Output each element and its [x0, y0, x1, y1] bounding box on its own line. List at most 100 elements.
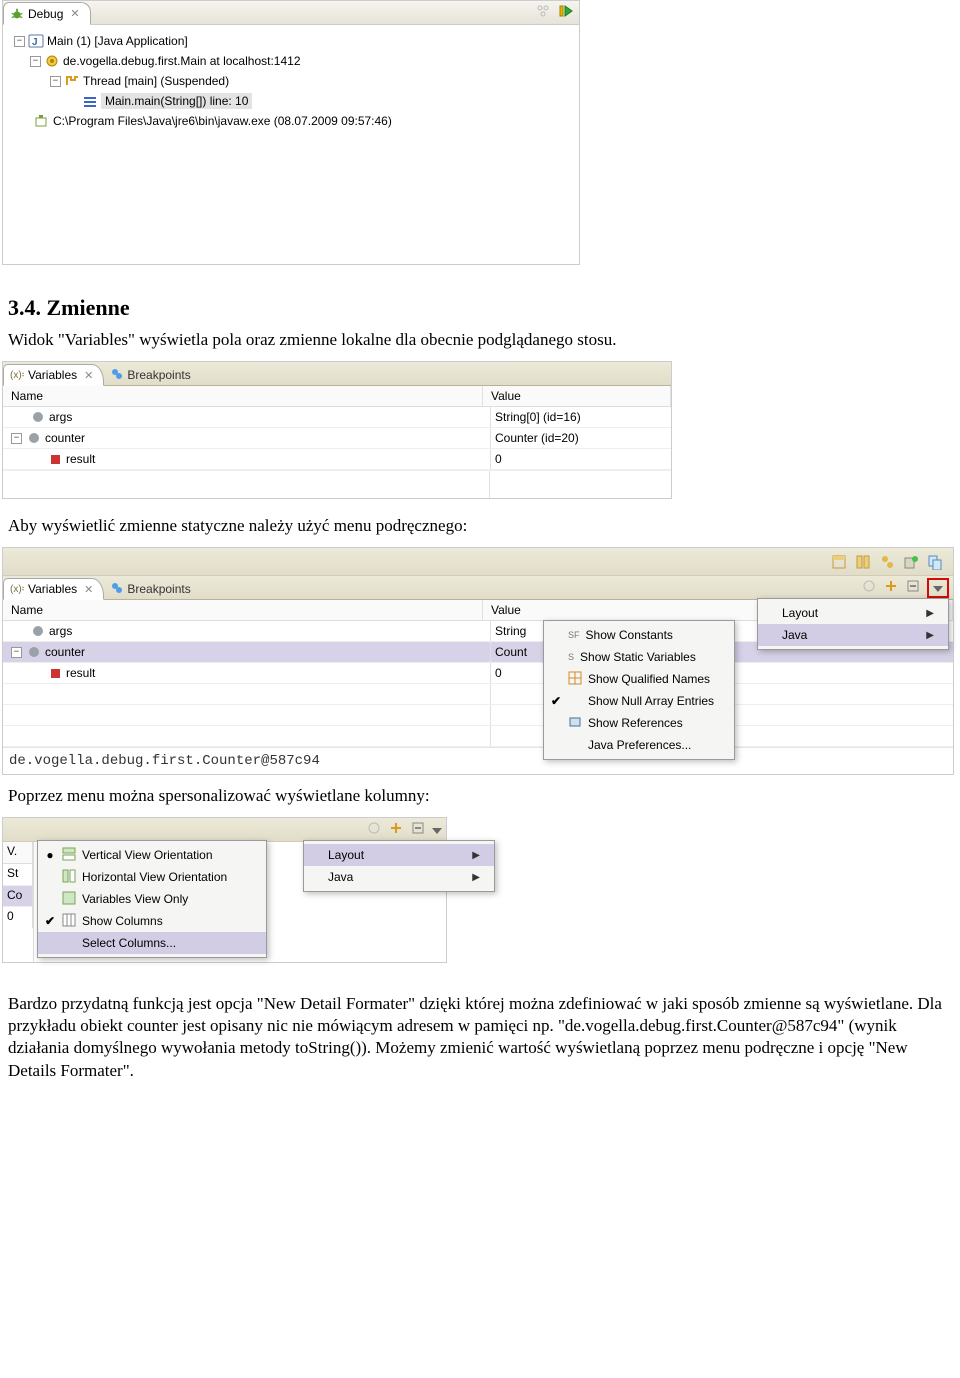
menu-item-show-static[interactable]: SShow Static Variables	[544, 646, 734, 668]
toolbar-icon[interactable]	[388, 820, 404, 839]
view-menu-button[interactable]	[432, 823, 442, 837]
toolbar-icon[interactable]	[879, 554, 895, 570]
menu-item-select-columns[interactable]: Select Columns...	[38, 932, 266, 954]
menu-item-show-refs[interactable]: Show References	[544, 712, 734, 734]
menu-item-label: Variables View Only	[82, 892, 188, 906]
tree-row[interactable]: Main.main(String[]) line: 10	[7, 91, 575, 111]
collapse-icon[interactable]: −	[14, 36, 25, 47]
var-row-empty	[3, 705, 953, 726]
orient-icon	[62, 891, 76, 908]
col-name-header[interactable]: Name	[3, 600, 483, 620]
toolbar-icon[interactable]	[831, 554, 847, 570]
variables-tab[interactable]: (x)= Variables ✕	[3, 578, 104, 600]
columns-text: Poprzez menu można spersonalizować wyświ…	[8, 785, 952, 807]
section-heading: 3.4. Zmienne	[8, 295, 960, 321]
menu-item-layout[interactable]: Layout▶	[304, 844, 494, 866]
svg-text:(x)=: (x)=	[10, 584, 24, 594]
tree-row[interactable]: − Thread [main] (Suspended)	[7, 71, 575, 91]
perspective-toolbar	[3, 548, 953, 576]
collapse-icon[interactable]: −	[11, 647, 22, 658]
var-row-empty	[3, 684, 953, 705]
collapse-all-icon[interactable]	[410, 820, 426, 839]
breakpoints-tab-icon	[111, 368, 123, 383]
var-name: result	[66, 666, 95, 680]
menu-item-java[interactable]: Java▶	[304, 866, 494, 888]
breakpoints-tab[interactable]: Breakpoints	[104, 578, 201, 600]
var-row[interactable]: args String[0] (id=16)	[3, 407, 671, 428]
variables-view-3: V. St Co 0 ●Vertical View Orientation Ho…	[2, 817, 447, 963]
orient-icon	[62, 869, 76, 886]
breakpoints-tab-icon	[111, 582, 123, 597]
var-name: counter	[45, 431, 85, 445]
menu-item-vertical-orient[interactable]: ●Vertical View Orientation	[38, 844, 266, 866]
orient-icon	[62, 847, 76, 864]
menu-item-show-null-array[interactable]: ✔Show Null Array Entries	[544, 690, 734, 712]
toolbar-icon-1[interactable]	[535, 3, 551, 22]
tree-row[interactable]: C:\Program Files\Java\jre6\bin\javaw.exe…	[7, 111, 575, 131]
menu-item-horizontal-orient[interactable]: Horizontal View Orientation	[38, 866, 266, 888]
menu-item-show-qualified[interactable]: Show Qualified Names	[544, 668, 734, 690]
variables-tab[interactable]: (x)= Variables ✕	[3, 364, 104, 386]
debug-toolbar	[535, 3, 573, 22]
local-var-icon	[29, 647, 39, 657]
var-row[interactable]: −counter Counter (id=20)	[3, 428, 671, 449]
thread-icon	[64, 73, 80, 89]
vars1-header: Name Value	[3, 386, 671, 407]
resume-icon[interactable]	[559, 4, 573, 21]
debug-tab-bar: Debug ✕	[3, 1, 579, 25]
menu-item-label: Horizontal View Orientation	[82, 870, 227, 884]
collapse-icon[interactable]: −	[50, 76, 61, 87]
debug-tab[interactable]: Debug ✕	[3, 2, 91, 25]
sf-icon: SF	[568, 630, 580, 640]
variables-view-1: (x)= Variables ✕ Breakpoints Name Value …	[2, 361, 672, 499]
toolbar-icon[interactable]	[855, 554, 871, 570]
menu-item-label: Show References	[588, 716, 683, 730]
menu-item-show-constants[interactable]: SFShow Constants	[544, 624, 734, 646]
vars3-toolbar	[3, 818, 446, 842]
debug-tab-label: Debug	[28, 7, 63, 21]
tree-row[interactable]: − de.vogella.debug.first.Main at localho…	[7, 51, 575, 71]
close-icon[interactable]: ✕	[67, 7, 79, 20]
chevron-right-icon: ▶	[926, 630, 934, 641]
vars2-tab-toolbar	[861, 578, 949, 598]
view-menu-right: Layout▶ Java▶	[303, 840, 495, 892]
menu-item-label: Java	[782, 628, 807, 642]
menu-item-vars-only[interactable]: Variables View Only	[38, 888, 266, 910]
vars2-tabbar: (x)= Variables ✕ Breakpoints	[3, 576, 953, 600]
variables-tab-icon: (x)=	[10, 368, 24, 383]
collapse-icon[interactable]: −	[11, 433, 22, 444]
chevron-right-icon: ▶	[472, 850, 480, 861]
variables-tab-label: Variables	[28, 582, 77, 596]
var-row[interactable]: result 0	[3, 449, 671, 470]
collapse-all-icon[interactable]	[905, 578, 921, 597]
toolbar-icon[interactable]	[883, 578, 899, 597]
menu-item-layout[interactable]: Layout▶	[758, 602, 948, 624]
variables-view-2: (x)= Variables ✕ Breakpoints Name Value …	[2, 547, 954, 775]
breakpoints-tab-label: Breakpoints	[127, 368, 190, 382]
stub-cell: 0	[3, 907, 33, 928]
final-paragraph: Bardzo przydatną funkcją jest opcja "New…	[8, 993, 952, 1081]
toolbar-icon[interactable]	[861, 578, 877, 597]
toolbar-icon[interactable]	[927, 554, 943, 570]
menu-item-show-columns[interactable]: ✔Show Columns	[38, 910, 266, 932]
col-value-header[interactable]: Value	[483, 386, 671, 406]
close-icon[interactable]: ✕	[81, 369, 93, 382]
var-row[interactable]: result 0	[3, 663, 953, 684]
menu-item-java[interactable]: Java ▶	[758, 624, 948, 646]
view-menu-button-highlighted[interactable]	[927, 578, 949, 598]
menu-item-java-prefs[interactable]: Java Preferences...	[544, 734, 734, 756]
stub-cell: V.	[3, 842, 33, 864]
breakpoints-tab[interactable]: Breakpoints	[104, 364, 201, 386]
local-var-icon	[29, 433, 39, 443]
menu-item-label: Layout	[782, 606, 818, 620]
debug-tree: − J Main (1) [Java Application] − de.vog…	[3, 25, 579, 137]
tree-row[interactable]: − J Main (1) [Java Application]	[7, 31, 575, 51]
col-name-header[interactable]: Name	[3, 386, 483, 406]
toolbar-icon[interactable]	[366, 820, 382, 839]
menu-item-label: Java Preferences...	[588, 738, 691, 752]
collapse-icon[interactable]: −	[30, 56, 41, 67]
close-icon[interactable]: ✕	[81, 583, 93, 596]
toolbar-icon[interactable]	[903, 554, 919, 570]
static-menu-text: Aby wyświetlić zmienne statyczne należy …	[8, 515, 952, 537]
java-app-icon: J	[28, 33, 44, 49]
